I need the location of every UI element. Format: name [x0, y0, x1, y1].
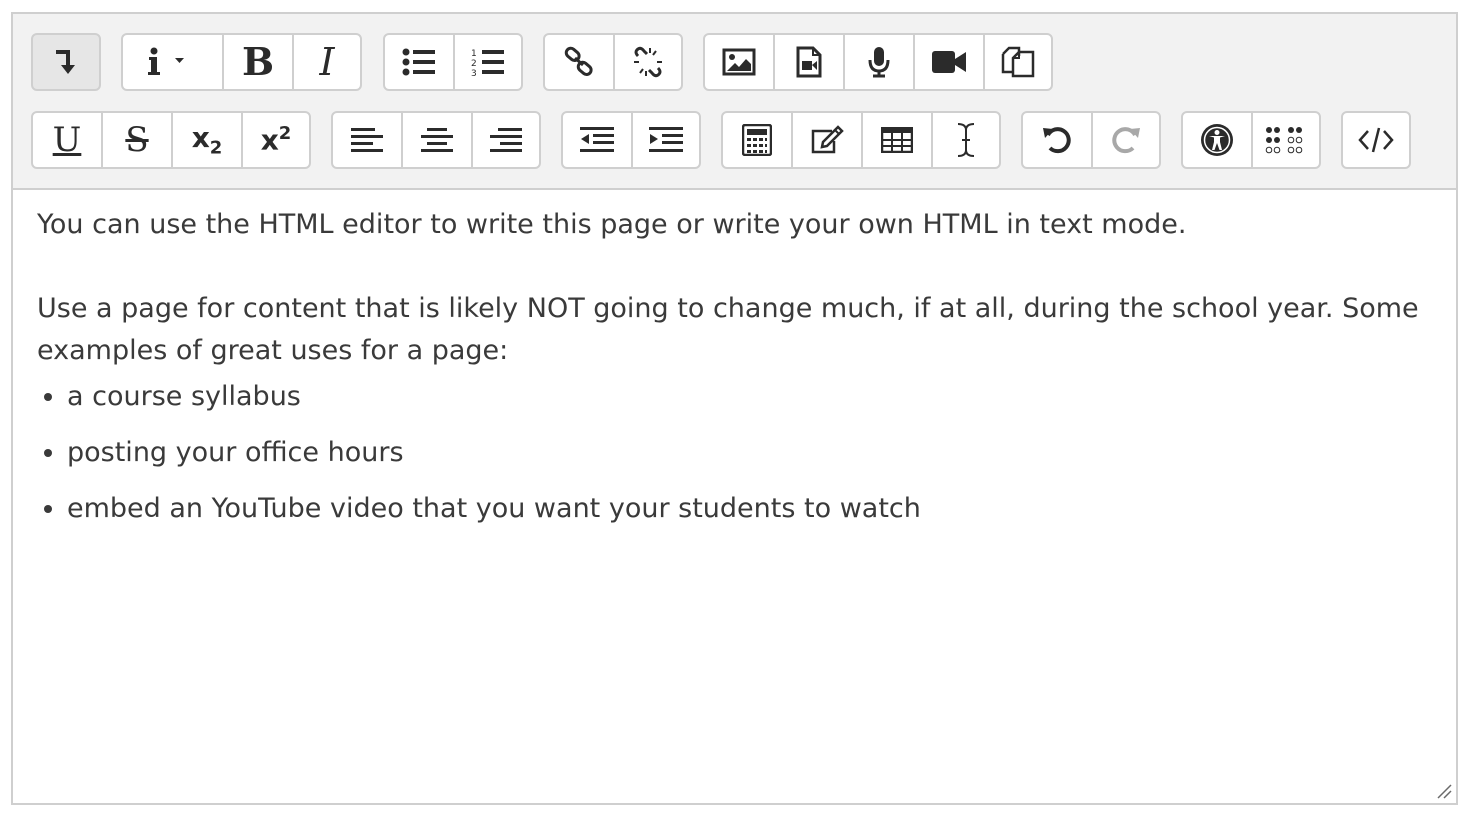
subscript-index: 2 — [209, 137, 223, 159]
toolbar-group-insert — [721, 111, 1001, 169]
html-editor: B I 123 U S x2 x2 You can use the HTML e… — [11, 12, 1458, 805]
list-item: embed an YouTube video that you want you… — [67, 488, 1432, 530]
align-center-button[interactable] — [401, 111, 473, 169]
indent-icon — [649, 127, 683, 152]
accessibility-checker-button[interactable] — [1181, 111, 1253, 169]
toolbar-group-accessibility — [1181, 111, 1321, 169]
toolbar-group-history — [1021, 111, 1161, 169]
content-paragraph: Use a page for content that is likely NO… — [37, 293, 1419, 366]
text-cursor-icon — [957, 123, 975, 157]
subscript-icon: x2 — [192, 121, 223, 159]
content-bullet-list: a course syllabus posting your office ho… — [37, 376, 1432, 530]
screenreader-helper-button[interactable] — [1251, 111, 1321, 169]
undo-icon — [1043, 127, 1071, 154]
edit-icon — [811, 125, 844, 154]
toolbar-group-text-format: U S x2 x2 — [31, 111, 311, 169]
undo-button[interactable] — [1021, 111, 1093, 169]
equation-button[interactable] — [721, 111, 793, 169]
toolbar-group-html — [1341, 111, 1411, 169]
microphone-icon — [868, 47, 890, 78]
media-button[interactable] — [773, 33, 845, 91]
table-button[interactable] — [861, 111, 933, 169]
clear-formatting-button[interactable] — [931, 111, 1001, 169]
redo-button[interactable] — [1091, 111, 1161, 169]
subscript-button[interactable]: x2 — [171, 111, 243, 169]
svg-text:1: 1 — [471, 49, 477, 59]
align-right-button[interactable] — [471, 111, 541, 169]
braille-icon — [1265, 127, 1303, 154]
redo-icon — [1112, 127, 1140, 154]
image-button[interactable] — [703, 33, 775, 91]
video-camera-icon — [932, 51, 966, 73]
accessibility-icon — [1201, 124, 1233, 156]
toolbar-group-indent — [561, 111, 701, 169]
record-video-button[interactable] — [913, 33, 985, 91]
html-mode-button[interactable] — [1341, 111, 1411, 169]
copy-files-icon — [1001, 46, 1035, 78]
toggle-toolbar-button[interactable] — [31, 33, 101, 91]
link-icon — [564, 46, 593, 76]
ordered-list-button[interactable]: 123 — [453, 33, 523, 91]
superscript-index: 2 — [278, 123, 292, 145]
code-icon — [1358, 127, 1394, 153]
resize-handle-icon[interactable] — [1436, 783, 1452, 799]
svg-text:3: 3 — [471, 69, 477, 77]
image-icon — [722, 48, 756, 76]
unlink-button[interactable] — [613, 33, 683, 91]
underline-button[interactable]: U — [31, 111, 103, 169]
toolbar-group-media — [703, 33, 1053, 91]
superscript-button[interactable]: x2 — [241, 111, 311, 169]
toolbar-group-collapse — [31, 33, 101, 91]
paragraph-styles-button[interactable] — [121, 33, 224, 91]
special-chars-button[interactable] — [791, 111, 863, 169]
unlink-icon — [634, 46, 662, 78]
toolbar-group-lists: 123 — [383, 33, 523, 91]
media-file-icon — [796, 46, 822, 78]
record-audio-button[interactable] — [843, 33, 915, 91]
svg-text:2: 2 — [471, 59, 477, 69]
unordered-list-button[interactable] — [383, 33, 455, 91]
align-center-icon — [421, 128, 453, 152]
bold-icon: B — [241, 39, 275, 84]
manage-files-button[interactable] — [983, 33, 1053, 91]
table-icon — [881, 127, 913, 153]
indent-button[interactable] — [631, 111, 701, 169]
list-item: a course syllabus — [67, 376, 1432, 418]
content-paragraph: You can use the HTML editor to write thi… — [37, 209, 1187, 240]
align-right-icon — [490, 128, 522, 152]
link-button[interactable] — [543, 33, 615, 91]
bullet-list-icon — [402, 48, 435, 76]
underline-icon: U — [52, 120, 82, 160]
bold-button[interactable]: B — [222, 33, 294, 91]
toolbar-group-links — [543, 33, 683, 91]
align-left-button[interactable] — [331, 111, 403, 169]
italic-icon: I — [319, 40, 335, 84]
list-item: posting your office hours — [67, 432, 1432, 474]
subscript-base: x — [191, 121, 210, 155]
italic-button[interactable]: I — [292, 33, 362, 91]
editor-content-area[interactable]: You can use the HTML editor to write thi… — [13, 190, 1456, 803]
info-icon — [147, 47, 184, 75]
strikethrough-button[interactable]: S — [101, 111, 173, 169]
align-left-icon — [351, 128, 383, 152]
toolbar-group-style: B I — [121, 33, 362, 91]
numbered-list-icon: 123 — [471, 49, 504, 77]
strikethrough-icon: S — [125, 120, 149, 160]
arrow-down-icon — [56, 50, 75, 74]
calculator-icon — [742, 124, 772, 156]
toolbar-group-align — [331, 111, 541, 169]
outdent-button[interactable] — [561, 111, 633, 169]
superscript-base: x — [260, 123, 279, 157]
editor-toolbar: B I 123 U S x2 x2 — [13, 14, 1456, 190]
superscript-icon: x2 — [261, 123, 292, 156]
outdent-icon — [580, 127, 614, 152]
